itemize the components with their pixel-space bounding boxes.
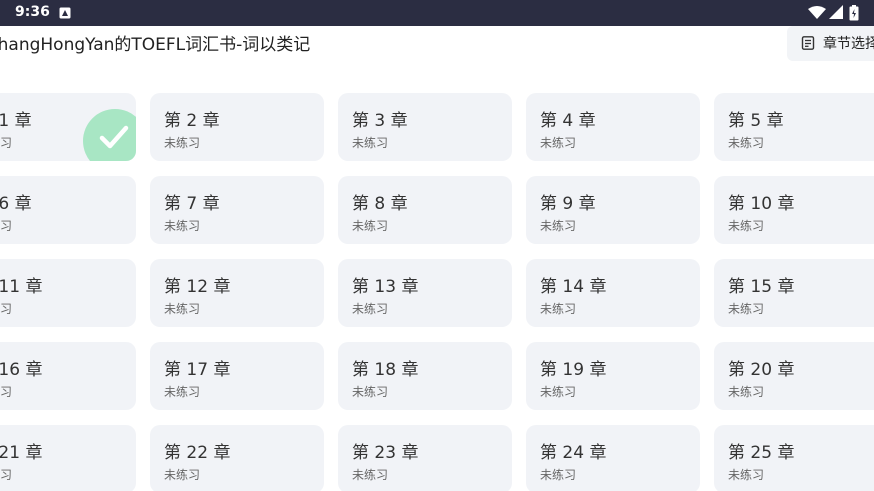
chapter-title: 第 17 章 [164, 360, 231, 380]
chapter-status: 未练习 [540, 385, 577, 399]
chapter-card[interactable]: 第 2 章未练习 [150, 93, 324, 161]
completed-badge [83, 109, 136, 161]
chapter-title: 第 11 章 [0, 277, 43, 297]
chapter-card[interactable]: 第 8 章未练习 [338, 176, 512, 244]
chapter-card[interactable]: 第 4 章未练习 [526, 93, 700, 161]
chapter-title: 第 8 章 [352, 194, 408, 214]
chapter-card[interactable]: 第 7 章未练习 [150, 176, 324, 244]
chapter-card[interactable]: 第 6 章未练习 [0, 176, 136, 244]
chapter-title: 第 5 章 [728, 111, 784, 131]
chapter-title: 第 1 章 [0, 111, 32, 131]
chapter-card[interactable]: 第 11 章未练习 [0, 259, 136, 327]
chapter-title: 第 25 章 [728, 443, 795, 463]
chapter-card[interactable]: 第 21 章未练习 [0, 425, 136, 491]
chapter-card[interactable]: 第 1 章未练习 [0, 93, 136, 161]
chapter-card[interactable]: 第 17 章未练习 [150, 342, 324, 410]
chapter-status: 未练习 [0, 468, 13, 482]
chapter-status: 未练习 [0, 136, 13, 150]
chapter-status: 未练习 [540, 468, 577, 482]
chapter-card[interactable]: 第 10 章未练习 [714, 176, 874, 244]
chapter-title: 第 3 章 [352, 111, 408, 131]
list-document-icon [801, 36, 815, 50]
chapter-status: 未练习 [352, 136, 389, 150]
chapter-status: 未练习 [164, 468, 201, 482]
chapter-card[interactable]: 第 24 章未练习 [526, 425, 700, 491]
chapter-title: 第 9 章 [540, 194, 596, 214]
chapter-select-label: 章节选择 [823, 36, 874, 52]
chapter-title: 第 22 章 [164, 443, 231, 463]
chapter-status: 未练习 [164, 302, 201, 316]
chapter-card[interactable]: 第 18 章未练习 [338, 342, 512, 410]
status-time: 9:36 [15, 4, 50, 20]
chapter-title: 第 19 章 [540, 360, 607, 380]
chapter-status: 未练习 [352, 385, 389, 399]
chapter-title: 第 4 章 [540, 111, 596, 131]
chapter-status: 未练习 [164, 219, 201, 233]
chapter-status: 未练习 [164, 136, 201, 150]
chapter-card[interactable]: 第 15 章未练习 [714, 259, 874, 327]
signal-icon [829, 5, 843, 19]
chapter-status: 未练习 [352, 468, 389, 482]
chapter-title: 第 21 章 [0, 443, 43, 463]
chapter-status: 未练习 [540, 302, 577, 316]
chapter-title: 第 13 章 [352, 277, 419, 297]
chapter-list-page: ZhangHongYan的TOEFL词汇书-词以类记 章节选择 第 1 章未练习… [0, 26, 874, 491]
chapter-card[interactable]: 第 5 章未练习 [714, 93, 874, 161]
wifi-icon [808, 6, 826, 19]
chapter-title: 第 23 章 [352, 443, 419, 463]
chapter-card[interactable]: 第 20 章未练习 [714, 342, 874, 410]
chapter-card[interactable]: 第 3 章未练习 [338, 93, 512, 161]
chapter-status: 未练习 [352, 219, 389, 233]
chapter-card[interactable]: 第 16 章未练习 [0, 342, 136, 410]
chapter-title: 第 2 章 [164, 111, 220, 131]
chapter-status: 未练习 [0, 385, 13, 399]
chapter-title: 第 18 章 [352, 360, 419, 380]
chapter-card[interactable]: 第 22 章未练习 [150, 425, 324, 491]
chapter-card[interactable]: 第 14 章未练习 [526, 259, 700, 327]
check-icon [99, 125, 129, 149]
chapter-title: 第 6 章 [0, 194, 32, 214]
chapter-title: 第 14 章 [540, 277, 607, 297]
battery-icon [849, 5, 859, 21]
page-title: ZhangHongYan的TOEFL词汇书-词以类记 [0, 35, 311, 55]
chapter-status: 未练习 [540, 136, 577, 150]
chapter-title: 第 7 章 [164, 194, 220, 214]
chapter-card[interactable]: 第 9 章未练习 [526, 176, 700, 244]
status-bar: 9:36 [0, 0, 874, 26]
chapter-select-button[interactable]: 章节选择 [787, 26, 874, 61]
chapter-title: 第 24 章 [540, 443, 607, 463]
chapter-status: 未练习 [728, 468, 765, 482]
chapter-card[interactable]: 第 12 章未练习 [150, 259, 324, 327]
chapter-status: 未练习 [728, 219, 765, 233]
chapter-title: 第 20 章 [728, 360, 795, 380]
chapter-title: 第 15 章 [728, 277, 795, 297]
chapter-card[interactable]: 第 25 章未练习 [714, 425, 874, 491]
chapter-card[interactable]: 第 13 章未练习 [338, 259, 512, 327]
chapter-status: 未练习 [728, 385, 765, 399]
app-notification-icon [59, 7, 71, 19]
chapter-title: 第 12 章 [164, 277, 231, 297]
chapter-status: 未练习 [728, 302, 765, 316]
chapter-title: 第 16 章 [0, 360, 43, 380]
chapter-card[interactable]: 第 23 章未练习 [338, 425, 512, 491]
chapter-title: 第 10 章 [728, 194, 795, 214]
chapter-status: 未练习 [352, 302, 389, 316]
chapter-status: 未练习 [0, 302, 13, 316]
chapter-status: 未练习 [540, 219, 577, 233]
chapter-status: 未练习 [164, 385, 201, 399]
chapter-status: 未练习 [0, 219, 13, 233]
chapter-status: 未练习 [728, 136, 765, 150]
chapter-card[interactable]: 第 19 章未练习 [526, 342, 700, 410]
